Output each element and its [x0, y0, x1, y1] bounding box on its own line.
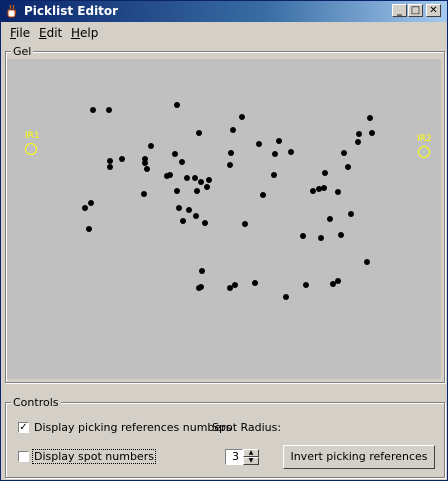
gel-spot[interactable]	[106, 107, 112, 113]
menu-edit-mnemonic: E	[39, 26, 47, 40]
menu-help-rest: elp	[80, 26, 99, 40]
gel-spot[interactable]	[364, 259, 370, 265]
gel-spot[interactable]	[174, 188, 180, 194]
gel-spot[interactable]	[318, 235, 324, 241]
gel-spot[interactable]	[300, 233, 306, 239]
gel-spot[interactable]	[90, 107, 96, 113]
gel-spot[interactable]	[322, 170, 328, 176]
gel-spot[interactable]	[288, 149, 294, 155]
gel-spot[interactable]	[239, 114, 245, 120]
gel-spot[interactable]	[227, 285, 233, 291]
java-cup-icon	[7, 4, 17, 18]
gel-canvas[interactable]: IR1 IR2	[7, 59, 441, 379]
gel-spot[interactable]	[204, 184, 210, 190]
gel-spot[interactable]	[230, 127, 236, 133]
gel-panel-label: Gel	[11, 45, 34, 58]
spinner-down-icon[interactable]: ▼	[243, 457, 259, 465]
gel-spot[interactable]	[227, 162, 233, 168]
spot-radius-spinner-input[interactable]: 3	[225, 449, 243, 465]
picklist-editor-window: Picklist Editor _ □ ✕ File Edit Help Gel…	[0, 0, 448, 481]
window-title: Picklist Editor	[24, 4, 119, 18]
controls-panel-label: Controls	[11, 396, 61, 409]
gel-spot[interactable]	[88, 200, 94, 206]
gel-spot[interactable]	[199, 268, 205, 274]
gel-spot[interactable]	[119, 156, 125, 162]
display-spot-numbers-checkbox[interactable]	[18, 451, 29, 462]
gel-spot[interactable]	[345, 164, 351, 170]
menu-bar: File Edit Help	[1, 23, 447, 42]
gel-spot[interactable]	[283, 294, 289, 300]
gel-spot[interactable]	[228, 150, 234, 156]
display-spot-numbers-label[interactable]: Display spot numbers	[32, 449, 156, 464]
gel-spot[interactable]	[179, 159, 185, 165]
gel-spot[interactable]	[196, 130, 202, 136]
invert-picking-references-button[interactable]: Invert picking references	[283, 445, 435, 469]
gel-spot[interactable]	[86, 226, 92, 232]
gel-spot[interactable]	[172, 151, 178, 157]
gel-spot[interactable]	[144, 166, 150, 172]
gel-spot[interactable]	[107, 164, 113, 170]
gel-spot[interactable]	[355, 139, 361, 145]
spot-radius-spinner-buttons: ▲ ▼	[243, 449, 259, 465]
gel-spot[interactable]	[206, 177, 212, 183]
gel-spot[interactable]	[198, 284, 204, 290]
gel-spot[interactable]	[198, 179, 204, 185]
gel-spot[interactable]	[327, 216, 333, 222]
menu-file[interactable]: File	[10, 26, 30, 40]
gel-spot[interactable]	[252, 280, 258, 286]
gel-spot[interactable]	[176, 205, 182, 211]
gel-spot[interactable]	[184, 175, 190, 181]
menu-edit-rest: dit	[46, 26, 63, 40]
gel-spot[interactable]	[202, 220, 208, 226]
gel-spot[interactable]	[303, 282, 309, 288]
gel-spot[interactable]	[310, 188, 316, 194]
title-bar[interactable]: Picklist Editor _ □ ✕	[1, 1, 447, 22]
reference-marker-ir2[interactable]	[418, 146, 430, 158]
gel-spot[interactable]	[335, 189, 341, 195]
gel-spot[interactable]	[192, 175, 198, 181]
gel-spot[interactable]	[167, 172, 173, 178]
gel-spot[interactable]	[369, 130, 375, 136]
gel-spot[interactable]	[174, 102, 180, 108]
gel-spot[interactable]	[367, 115, 373, 121]
display-picking-refs-label[interactable]: Display picking references numbers	[34, 421, 231, 434]
gel-spot[interactable]	[338, 232, 344, 238]
gel-spot[interactable]	[194, 188, 200, 194]
gel-spot[interactable]	[330, 281, 336, 287]
gel-spot[interactable]	[180, 218, 186, 224]
gel-spot[interactable]	[272, 151, 278, 157]
spinner-up-icon[interactable]: ▲	[243, 449, 259, 457]
reference-marker-ir1[interactable]	[25, 143, 37, 155]
reference-label-ir1: IR1	[25, 131, 40, 141]
minimize-button[interactable]: _	[392, 4, 407, 17]
menu-file-rest: ile	[16, 26, 31, 40]
gel-spot[interactable]	[242, 221, 248, 227]
gel-spot[interactable]	[321, 185, 327, 191]
gel-spot[interactable]	[186, 207, 192, 213]
gel-spot[interactable]	[341, 150, 347, 156]
gel-spot[interactable]	[348, 211, 354, 217]
menu-edit[interactable]: Edit	[39, 26, 62, 40]
spot-radius-label: Spot Radius:	[212, 421, 282, 434]
display-picking-refs-checkbox[interactable]: ✓	[18, 422, 29, 433]
maximize-button[interactable]: □	[408, 4, 423, 17]
menu-help-mnemonic: H	[71, 26, 81, 40]
close-button[interactable]: ✕	[426, 4, 441, 17]
gel-spot[interactable]	[141, 191, 147, 197]
reference-label-ir2: IR2	[417, 134, 432, 144]
gel-spot[interactable]	[256, 141, 262, 147]
gel-spot[interactable]	[82, 205, 88, 211]
gel-spot[interactable]	[193, 213, 199, 219]
gel-spot[interactable]	[260, 192, 266, 198]
menu-help[interactable]: Help	[71, 26, 98, 40]
gel-spot[interactable]	[356, 131, 362, 137]
gel-spot[interactable]	[148, 143, 154, 149]
gel-spot[interactable]	[271, 172, 277, 178]
gel-spot[interactable]	[276, 138, 282, 144]
